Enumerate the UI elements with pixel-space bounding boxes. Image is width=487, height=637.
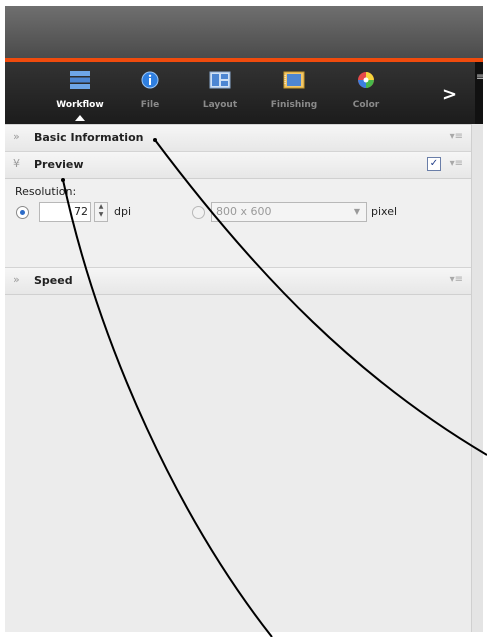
callout-line-basic-information — [154, 139, 487, 456]
callout-dot-basic-information — [153, 138, 157, 142]
callout-dot-preview — [61, 178, 65, 182]
callout-line-preview — [62, 179, 273, 637]
callout-lines — [61, 138, 487, 637]
